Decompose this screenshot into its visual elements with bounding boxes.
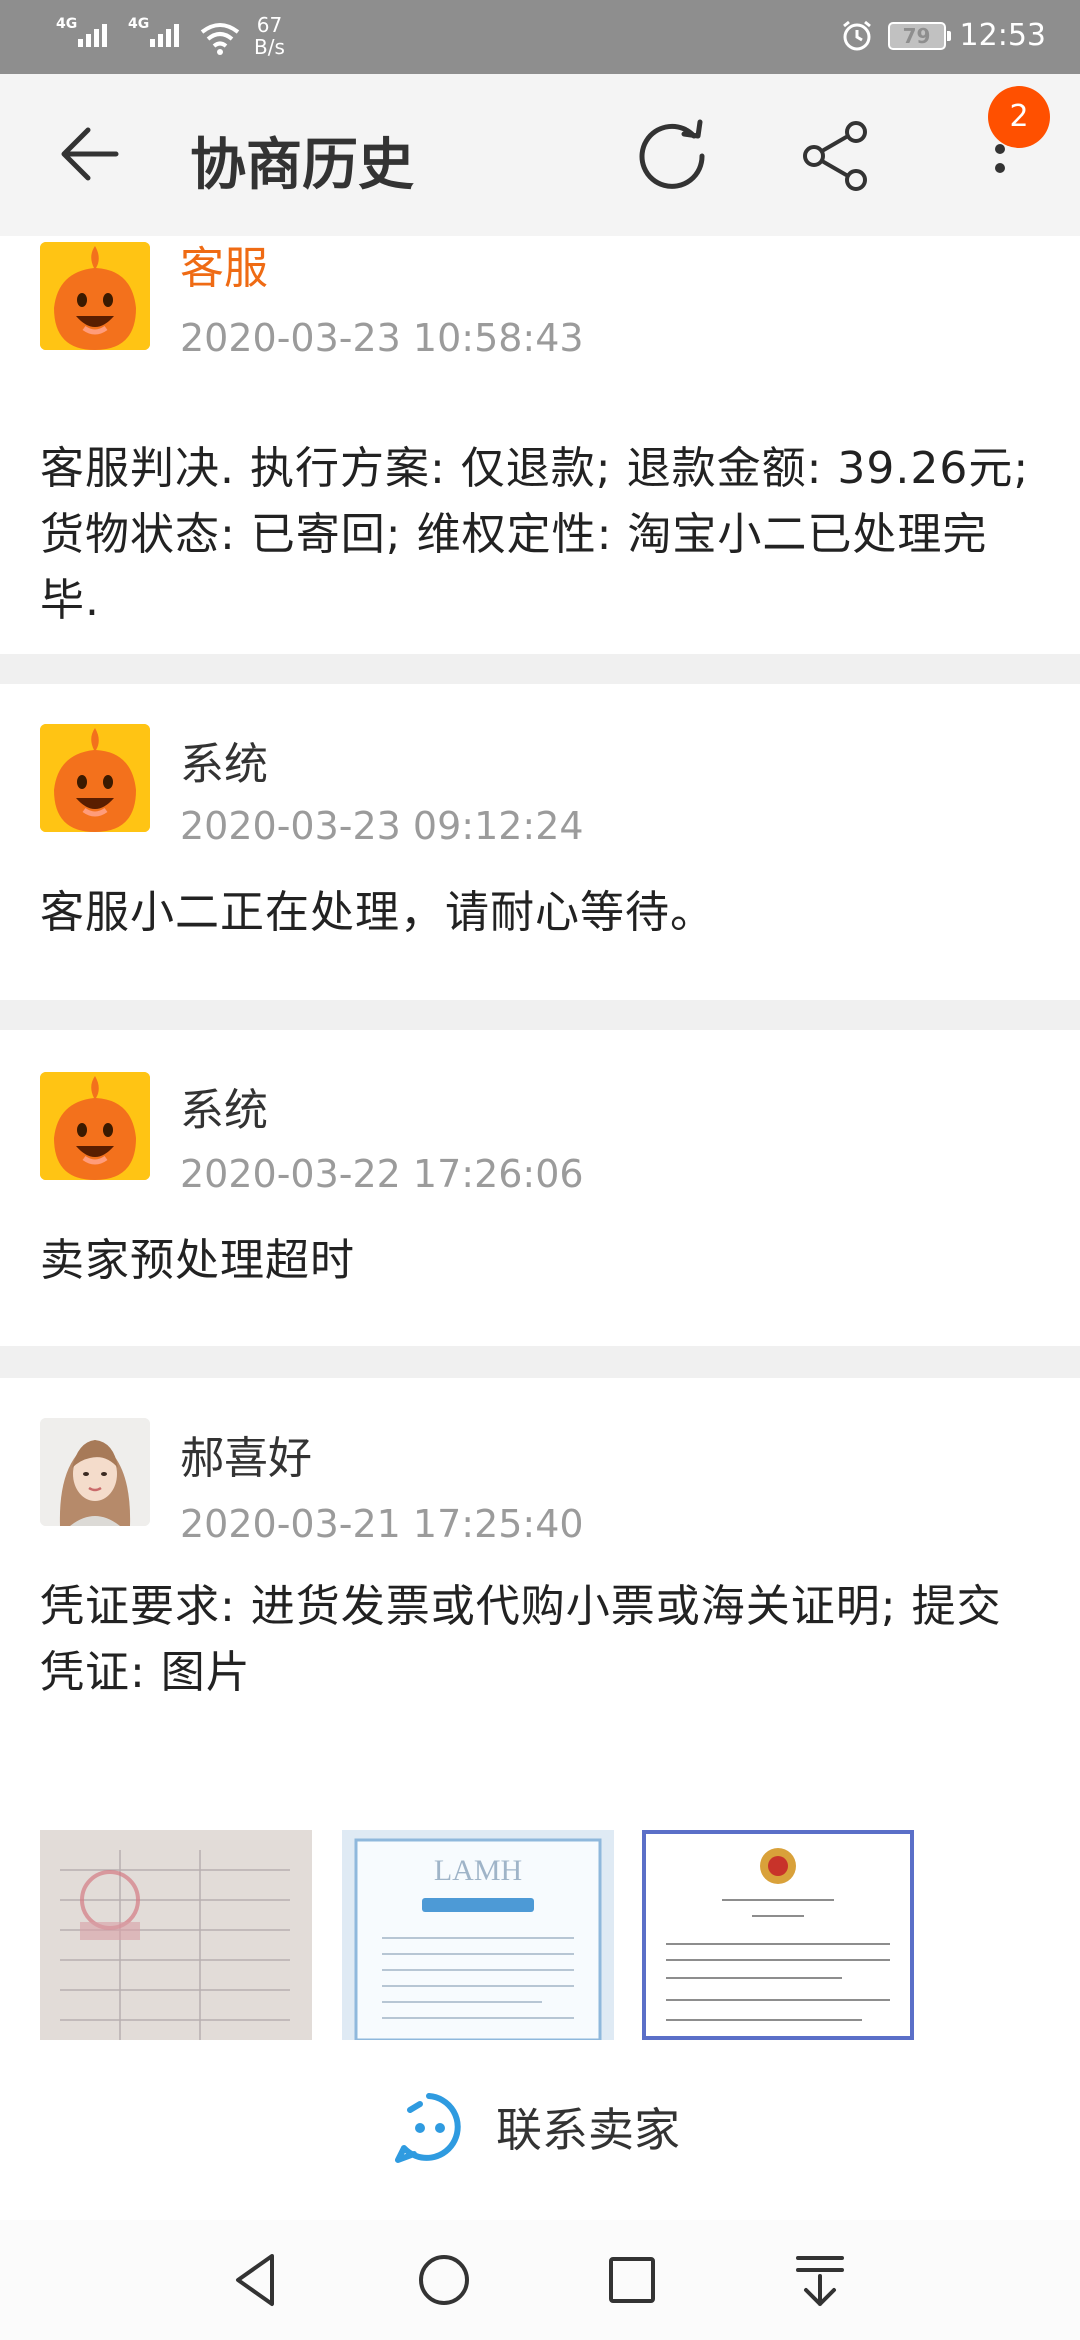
system-navigation-bar — [0, 2220, 1080, 2340]
timestamp: 2020-03-23 09:12:24 — [180, 804, 584, 848]
network-type: 4G — [56, 16, 78, 32]
sender-name: 系统 — [180, 1085, 268, 1136]
contact-seller-button[interactable]: 联系卖家 — [392, 2090, 680, 2164]
certificate-image — [642, 1830, 914, 2040]
battery-icon: 79 — [887, 21, 951, 50]
back-arrow-icon[interactable] — [58, 124, 122, 184]
timestamp: 2020-03-22 17:26:06 — [180, 1152, 584, 1196]
history-item-body: 客服判决. 执行方案: 仅退款; 退款金额: 39.26元; 货物状态: 已寄回… — [0, 436, 1080, 654]
chat-bubble-icon — [395, 2093, 461, 2163]
user-avatar-photo — [40, 1418, 150, 1526]
evidence-thumbnail-receipt[interactable] — [40, 1830, 312, 2040]
history-message: 凭证要求: 进货发票或代购小票或海关证明; 提交凭证: 图片 — [40, 1581, 1002, 1698]
refresh-icon[interactable] — [636, 114, 712, 194]
alarm-icon — [842, 20, 871, 50]
avatar — [40, 1072, 150, 1180]
svg-text:LAMH: LAMH — [434, 1854, 522, 1887]
taobao-mascot-icon — [40, 1072, 150, 1180]
network-speed-value: 67 — [256, 13, 283, 37]
nav-home-icon[interactable] — [412, 2248, 476, 2312]
contact-seller-label: 联系卖家 — [496, 2103, 680, 2157]
taobao-mascot-icon — [40, 242, 150, 350]
app-bar: 协商历史 2 — [0, 74, 1080, 236]
history-item: 系统 2020-03-23 09:12:24 客服小二正在处理，请耐心等待。 — [0, 684, 1080, 1000]
wifi-icon — [200, 23, 240, 55]
avatar[interactable] — [40, 1418, 150, 1526]
timestamp: 2020-03-21 17:25:40 — [180, 1502, 584, 1546]
battery-level: 79 — [902, 23, 931, 48]
page-title: 协商历史 — [190, 133, 414, 198]
avatar — [40, 724, 150, 832]
sender-name: 系统 — [180, 739, 268, 790]
history-message: 卖家预处理超时 — [40, 1235, 355, 1286]
nav-notification-dropdown-icon[interactable] — [788, 2248, 852, 2312]
evidence-thumbnail-document[interactable]: LAMH — [342, 1830, 614, 2040]
history-message: 客服判决. 执行方案: 仅退款; 退款金额: 39.26元; 货物状态: 已寄回… — [40, 443, 1030, 626]
history-item: 系统 2020-03-22 17:26:06 卖家预处理超时 — [0, 1030, 1080, 1346]
nav-recents-icon[interactable] — [600, 2248, 664, 2312]
evidence-thumbnail-certificate[interactable] — [642, 1830, 914, 2040]
avatar — [40, 242, 150, 350]
receipt-image — [40, 1830, 312, 2040]
cellular-signal-icon: 4G — [128, 14, 182, 47]
taobao-mascot-icon — [40, 724, 150, 832]
contact-bar: 联系卖家 — [0, 2040, 1080, 2220]
history-message: 客服小二正在处理，请耐心等待。 — [40, 887, 715, 938]
brand-document-image: LAMH — [342, 1830, 614, 2040]
timestamp: 2020-03-23 10:58:43 — [180, 316, 584, 360]
clock: 12:53 — [959, 18, 1046, 53]
sender-name: 客服 — [180, 243, 268, 294]
sender-name: 郝喜好 — [180, 1433, 312, 1484]
network-speed-unit: B/s — [254, 35, 285, 59]
share-icon[interactable] — [800, 120, 872, 192]
network-speed: 67 B/s — [254, 14, 285, 58]
nav-back-icon[interactable] — [224, 2248, 288, 2312]
status-bar: 4G 4G 67 B/s 79 12:53 — [0, 0, 1080, 74]
notification-badge: 2 — [988, 86, 1050, 148]
cellular-signal-icon: 4G — [56, 14, 110, 47]
network-type: 4G — [128, 16, 150, 32]
history-item: 客服 2020-03-23 10:58:43 — [0, 236, 1080, 436]
